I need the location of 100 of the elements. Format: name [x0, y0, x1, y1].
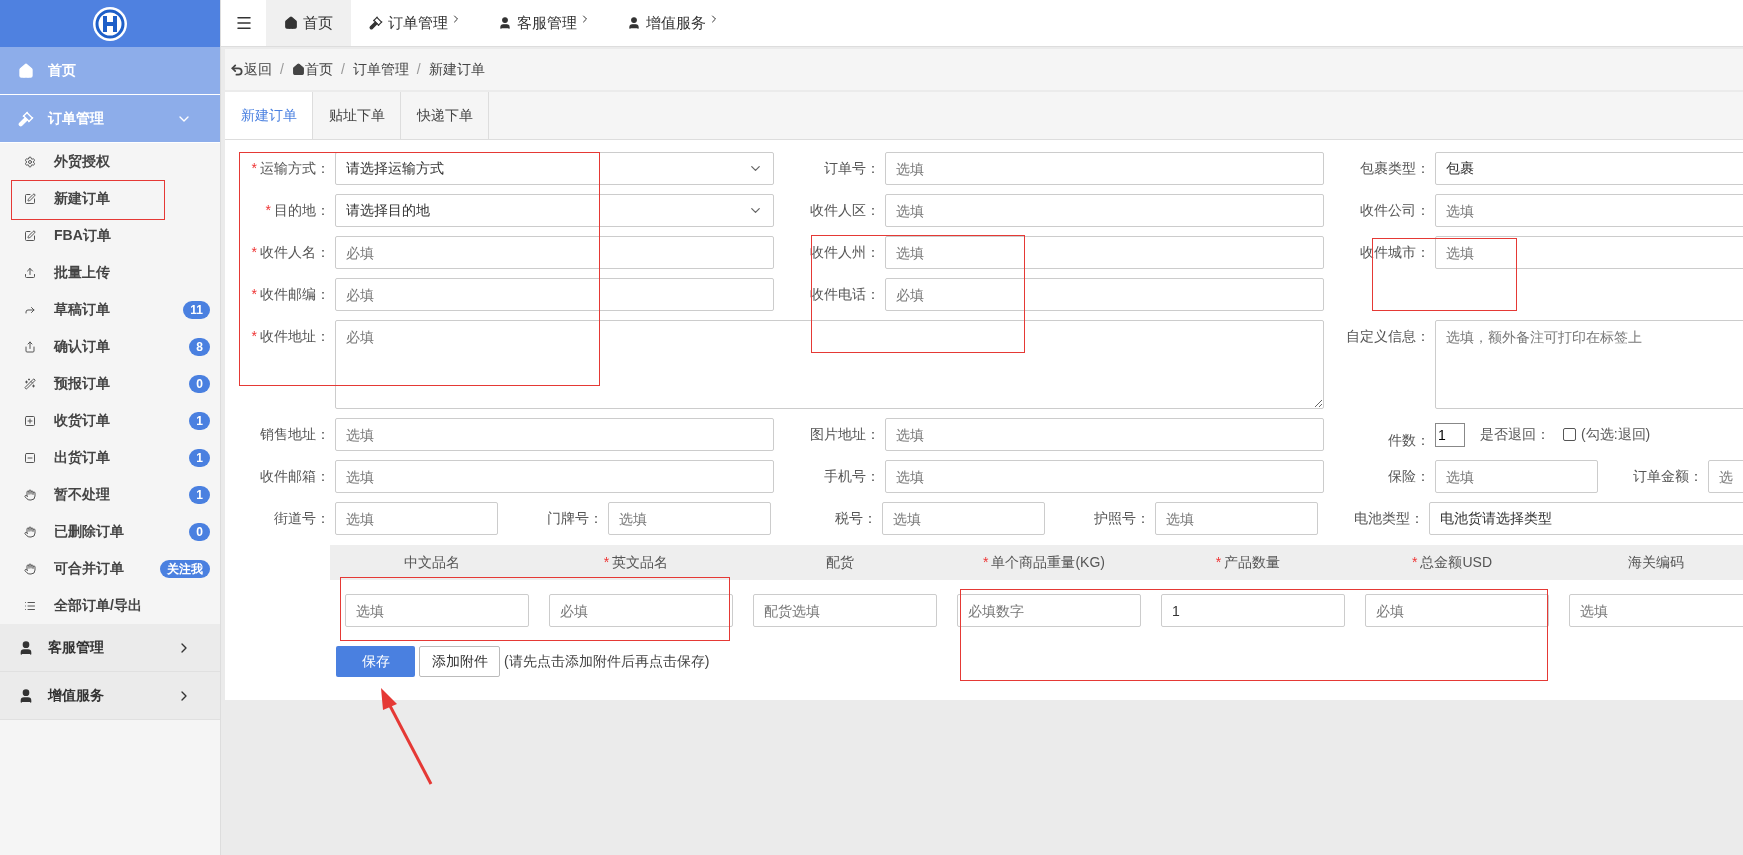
column-header: * 产品数量	[1214, 553, 1282, 572]
input-field[interactable]: 选填	[1435, 236, 1743, 269]
input-field[interactable]: 包裹	[1435, 152, 1743, 185]
count-badge: 1	[189, 485, 210, 504]
input-field[interactable]: 选填	[335, 460, 774, 493]
text-area[interactable]: 选填，额外备注可打印在标签上	[1435, 320, 1743, 409]
nav-tab[interactable]: 首页	[266, 0, 351, 46]
count-badge: 1	[189, 411, 210, 430]
sidebar-item[interactable]: 新建订单	[0, 180, 220, 217]
input-field[interactable]: 选填	[345, 594, 529, 627]
input-field[interactable]: 选填	[885, 194, 1324, 227]
item-label: 全部订单/导出	[54, 596, 143, 615]
breadcrumb-link[interactable]: 返回	[230, 59, 272, 80]
sidebar-item[interactable]: 已删除订单 0	[0, 513, 220, 550]
logo-icon	[92, 5, 128, 42]
field-label: 图片地址：	[809, 425, 880, 444]
input-field[interactable]: 电池货请选择类型	[1429, 502, 1743, 535]
gear-icon	[24, 155, 36, 168]
list-icon	[24, 599, 36, 612]
input-field[interactable]: 1	[1161, 594, 1345, 627]
attach-button[interactable]: 添加附件	[419, 646, 500, 677]
sidebar-item[interactable]: 草稿订单 11	[0, 291, 220, 328]
save-button[interactable]: 保存	[336, 646, 415, 677]
form-tab[interactable]: 新建订单	[225, 92, 313, 139]
input-field[interactable]: 必填	[885, 278, 1324, 311]
input-field[interactable]: 选填	[335, 418, 774, 451]
input-field[interactable]: 选填	[885, 236, 1324, 269]
sidebar-item[interactable]: 确认订单 8	[0, 328, 220, 365]
item-label: 草稿订单	[54, 300, 111, 319]
item-label: 批量上传	[54, 263, 111, 282]
sidebar-item[interactable]: 批量上传	[0, 254, 220, 291]
field-label: 街道号：	[273, 509, 330, 528]
item-label: 已删除订单	[54, 522, 125, 541]
item-label: 收货订单	[54, 411, 111, 430]
input-field[interactable]: 选	[1708, 460, 1743, 493]
input-field[interactable]: 选填	[882, 502, 1045, 535]
input-field[interactable]: 必填	[335, 278, 774, 311]
input-field[interactable]: 必填数字	[957, 594, 1141, 627]
input-field[interactable]: 选填	[885, 152, 1324, 185]
count-badge: 关注我	[160, 559, 210, 578]
text-area[interactable]: 必填	[335, 320, 1324, 409]
field-label: 包裹类型：	[1359, 159, 1430, 178]
sidebar-item[interactable]: FBA订单	[0, 217, 220, 254]
breadcrumb-separator: /	[416, 60, 421, 79]
item-label: 暂不处理	[54, 485, 111, 504]
checkbox[interactable]	[1563, 428, 1576, 441]
section-label: 首页	[48, 61, 77, 80]
wand-icon	[24, 377, 36, 390]
field-label: * 收件人名：	[250, 243, 330, 262]
user-icon	[18, 639, 34, 656]
user-icon	[627, 16, 641, 30]
select-field[interactable]: 请选择目的地	[335, 194, 774, 227]
count-badge: 11	[183, 300, 210, 319]
count-field[interactable]: 1	[1435, 422, 1465, 447]
item-label: 新建订单	[54, 189, 111, 208]
sidebar-item[interactable]: 预报订单 0	[0, 365, 220, 402]
input-field[interactable]: 选填	[1569, 594, 1743, 627]
sidebar-item[interactable]: 可合并订单 关注我	[0, 550, 220, 587]
input-field[interactable]: 选填	[1435, 194, 1743, 227]
breadcrumb-link[interactable]: 新建订单	[428, 59, 485, 80]
sidebar-item[interactable]: 收货订单 1	[0, 402, 220, 439]
form-tab[interactable]: 贴址下单	[313, 92, 401, 139]
input-field[interactable]: 配货选填	[753, 594, 937, 627]
sidebar-item[interactable]: 出货订单 1	[0, 439, 220, 476]
checkbox-label: (勾选:退回)	[1581, 425, 1651, 444]
breadcrumb-link[interactable]: 订单管理	[352, 59, 409, 80]
input-field[interactable]: 必填	[1365, 594, 1549, 627]
field-label: 收件邮箱：	[259, 467, 330, 486]
field-label: * 收件地址：	[250, 327, 330, 346]
hint-text: (请先点击添加附件后再点击保存)	[504, 652, 710, 671]
input-field[interactable]: 选填	[885, 418, 1324, 451]
column-header: 中文品名	[403, 553, 461, 572]
input-field[interactable]: 必填	[549, 594, 733, 627]
count-badge: 1	[189, 448, 210, 467]
sidebar-item[interactable]: 外贸授权	[0, 143, 220, 180]
input-field[interactable]: 选填	[1435, 460, 1598, 493]
sidebar-section[interactable]: 增值服务	[0, 672, 220, 720]
input-field[interactable]: 选填	[1155, 502, 1318, 535]
field-label: 保险：	[1387, 467, 1430, 486]
menu-icon[interactable]	[234, 14, 253, 32]
sidebar-item[interactable]: 暂不处理 1	[0, 476, 220, 513]
select-field[interactable]: 请选择运输方式	[335, 152, 774, 185]
breadcrumb-link[interactable]: 首页	[291, 59, 333, 80]
input-field[interactable]: 选填	[608, 502, 771, 535]
input-field[interactable]: 必填	[335, 236, 774, 269]
field-label: 护照号：	[1093, 509, 1150, 528]
item-label: 可合并订单	[54, 559, 125, 578]
field-label: 是否退回：	[1480, 425, 1550, 444]
field-label: 订单金额：	[1632, 467, 1703, 486]
field-label: 手机号：	[823, 467, 880, 486]
field-label: 电池类型：	[1353, 509, 1424, 528]
count-badge: 0	[189, 522, 210, 541]
item-label: FBA订单	[54, 226, 112, 245]
field-label: * 运输方式：	[250, 159, 330, 178]
form-tab[interactable]: 快递下单	[401, 92, 489, 139]
input-field[interactable]: 选填	[335, 502, 498, 535]
sidebar-section[interactable]: 客服管理	[0, 624, 220, 672]
input-field[interactable]: 选填	[885, 460, 1324, 493]
sidebar-item[interactable]: 全部订单/导出	[0, 587, 220, 624]
section-label: 客服管理	[48, 638, 105, 657]
